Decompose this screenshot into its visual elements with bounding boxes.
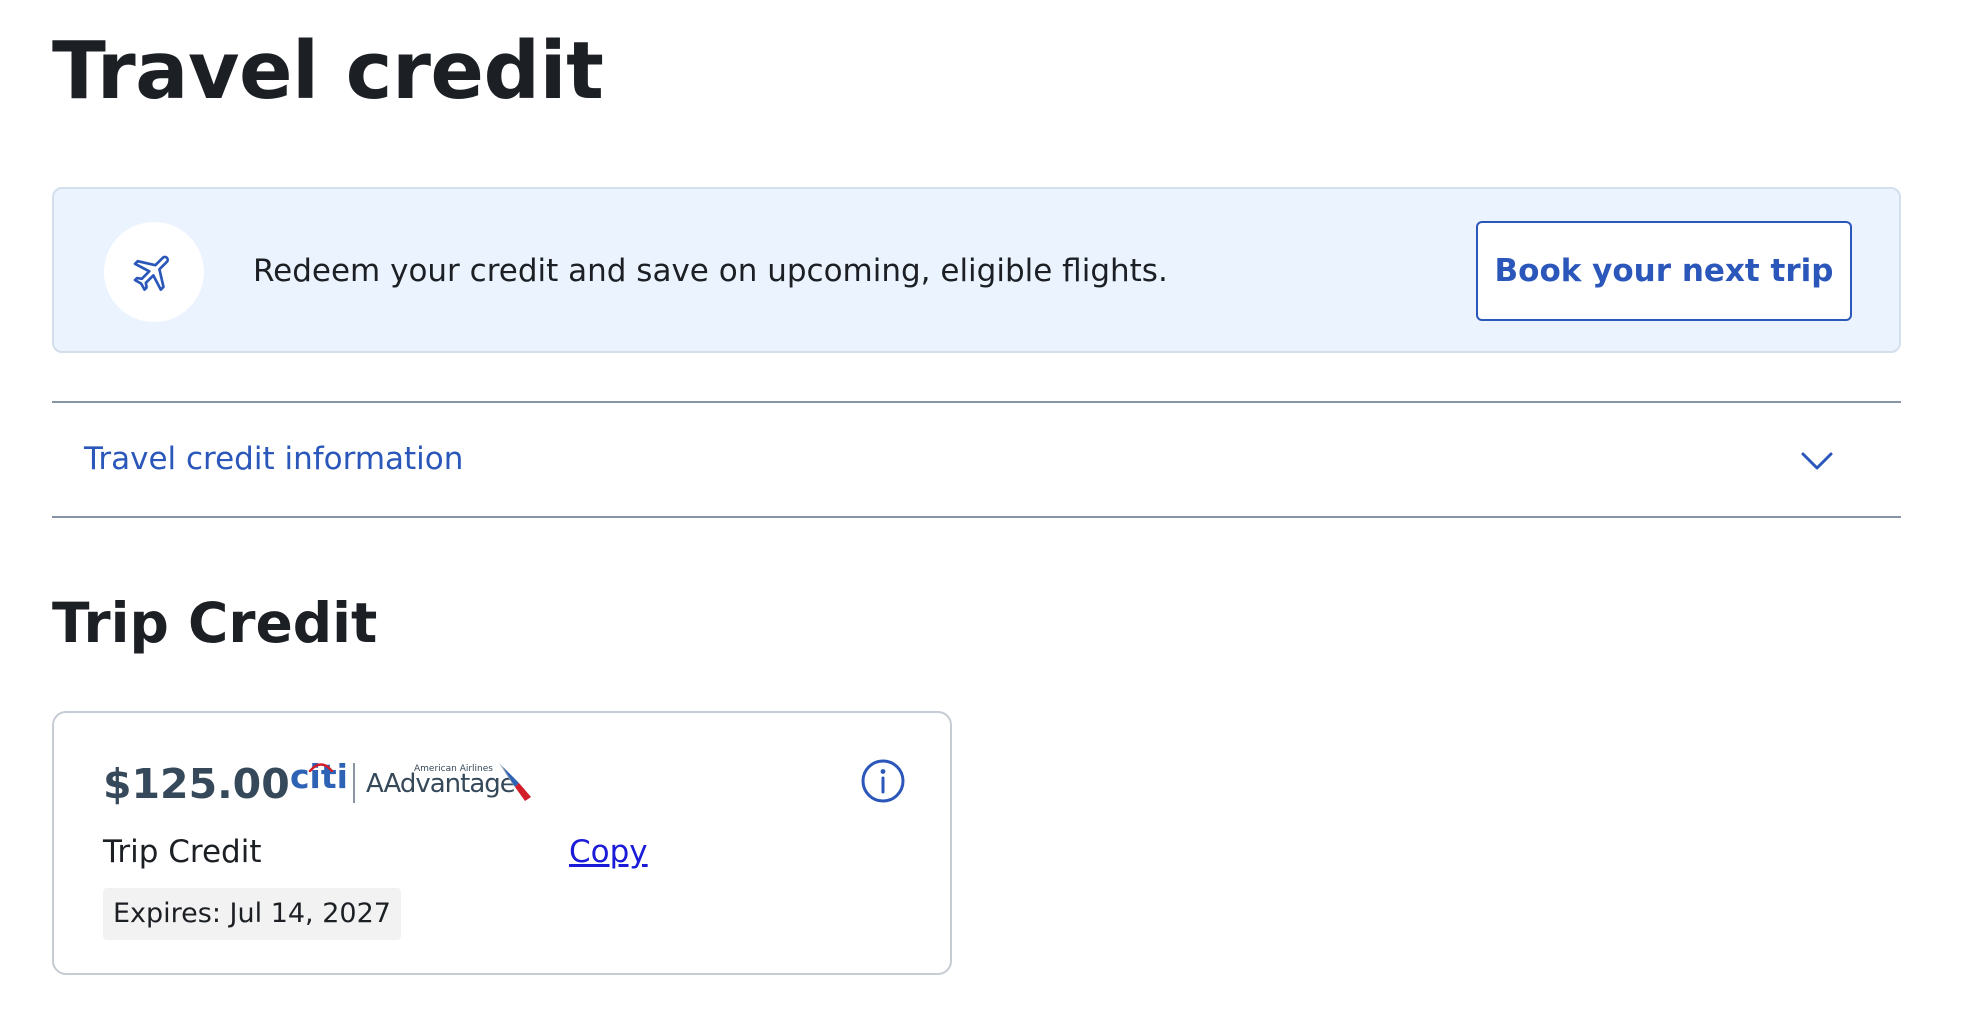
accordion-label[interactable]: Travel credit information — [84, 437, 463, 481]
citi-arc-icon — [308, 763, 334, 772]
chevron-down-icon[interactable] — [1797, 441, 1837, 481]
logo-divider — [353, 763, 355, 803]
section-title: Trip Credit — [52, 591, 378, 655]
aa-flight-symbol-icon — [499, 763, 531, 801]
trip-credit-card: $125.00 citi American Airlines AAdvantag… — [52, 711, 952, 975]
copy-link[interactable]: Copy — [569, 830, 648, 874]
travel-credit-info-accordion[interactable]: Travel credit information — [52, 401, 1901, 518]
expiration-date-badge: Expires: Jul 14, 2027 — [103, 888, 401, 940]
page-title: Travel credit — [52, 25, 604, 117]
airplane-icon-circle — [104, 222, 204, 322]
credit-type-label: Trip Credit — [103, 834, 262, 870]
redeem-credit-banner: Redeem your credit and save on upcoming,… — [52, 187, 1901, 353]
airplane-icon — [133, 255, 170, 291]
info-icon[interactable] — [860, 758, 906, 804]
book-next-trip-button[interactable]: Book your next trip — [1476, 221, 1852, 321]
redeem-credit-message: Redeem your credit and save on upcoming,… — [253, 253, 1168, 289]
credit-amount: $125.00 — [103, 760, 290, 808]
aadvantage-logo: AAdvantage — [366, 769, 516, 799]
